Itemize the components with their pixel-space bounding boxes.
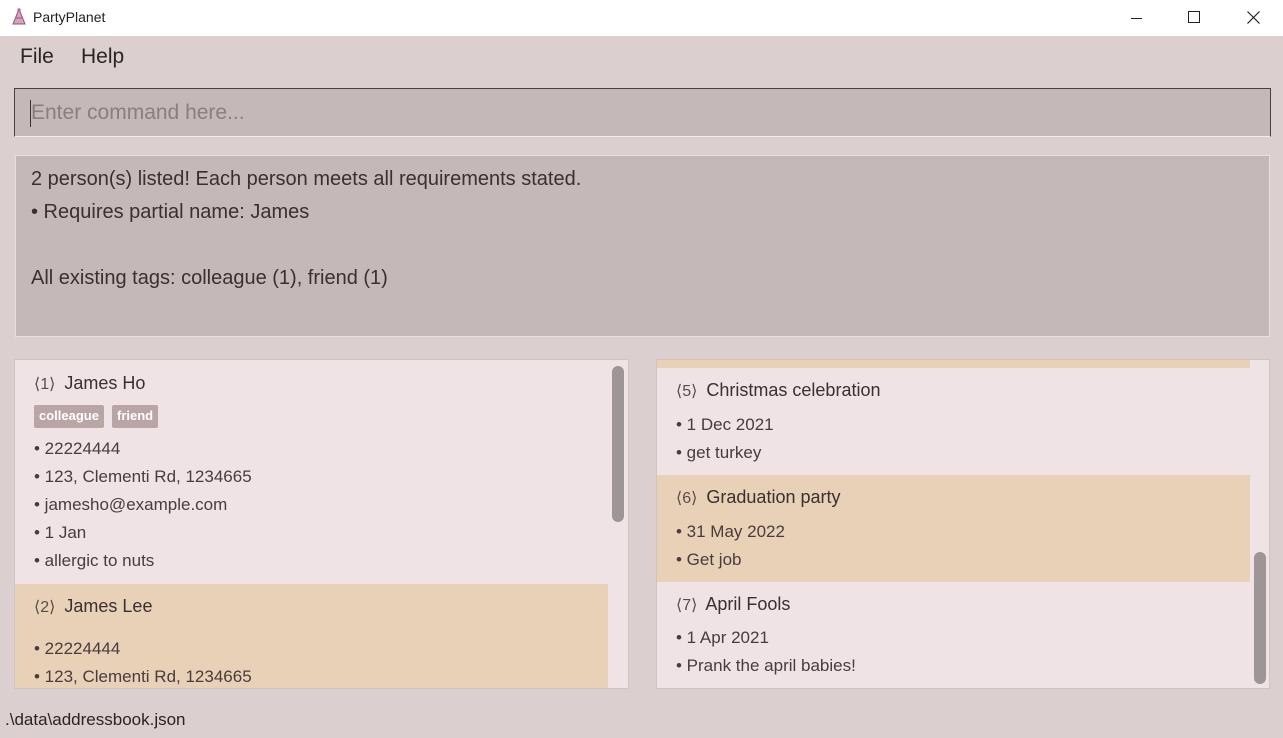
event-list[interactable]: ⟨5⟩ Christmas celebration • 1 Dec 2021 •… <box>656 359 1270 689</box>
person-address: • 123, Clementi Rd, 1234665 <box>34 467 252 486</box>
event-card[interactable]: ⟨6⟩ Graduation party • 31 May 2022 • Get… <box>657 475 1250 582</box>
result-blank-line <box>31 231 1254 264</box>
close-icon <box>1246 9 1260 28</box>
event-title: ⟨5⟩ Christmas celebration <box>676 380 880 401</box>
person-index: ⟨2⟩ <box>34 599 56 616</box>
event-date: • 1 Dec 2021 <box>676 415 774 434</box>
person-card[interactable]: ⟨1⟩ James Ho colleague friend • 22224444… <box>15 360 608 584</box>
person-remark: • allergic to nuts <box>34 551 155 570</box>
maximize-button[interactable] <box>1171 0 1217 36</box>
command-box <box>14 88 1271 137</box>
event-detail: • Get job <box>676 550 742 569</box>
tag-badge: colleague <box>34 405 104 428</box>
person-phone: • 22224444 <box>34 439 121 458</box>
event-title: ⟨6⟩ Graduation party <box>676 487 840 508</box>
party-hat-icon <box>11 7 27 26</box>
tag-badge: friend <box>112 405 159 428</box>
event-list-scrollbar[interactable] <box>1254 552 1266 684</box>
event-card[interactable]: ⟨5⟩ Christmas celebration • 1 Dec 2021 •… <box>657 368 1250 475</box>
event-index: ⟨6⟩ <box>676 490 698 507</box>
event-index: ⟨7⟩ <box>676 597 698 614</box>
person-card[interactable]: ⟨2⟩ James Lee • 22224444 • 123, Clementi… <box>15 584 608 688</box>
result-line: 2 person(s) listed! Each person meets al… <box>31 168 582 190</box>
minimize-button[interactable] <box>1114 0 1160 36</box>
event-date: • 1 Apr 2021 <box>676 628 769 647</box>
person-index: ⟨1⟩ <box>34 376 56 393</box>
person-birthday: • 1 Jan <box>34 523 87 542</box>
status-bar-path: .\data\addressbook.json <box>5 710 186 729</box>
person-list-scrollbar[interactable] <box>612 366 624 522</box>
event-title: ⟨7⟩ April Fools <box>676 594 790 615</box>
person-address: • 123, Clementi Rd, 1234665 <box>34 667 252 686</box>
person-title: ⟨2⟩ James Lee <box>34 596 152 617</box>
event-detail: • Prank the april babies! <box>676 656 856 675</box>
menu-bar: File Help <box>0 36 1283 80</box>
command-input[interactable] <box>31 96 1251 130</box>
result-display: 2 person(s) listed! Each person meets al… <box>15 155 1270 337</box>
event-name: April Fools <box>705 594 791 614</box>
event-card-partial <box>657 360 1250 368</box>
close-button[interactable] <box>1230 0 1276 36</box>
result-line: All existing tags: colleague (1), friend… <box>31 267 388 289</box>
person-list[interactable]: ⟨1⟩ James Ho colleague friend • 22224444… <box>14 359 629 689</box>
person-title: ⟨1⟩ James Ho <box>34 373 145 394</box>
person-name: James Lee <box>64 596 153 616</box>
person-email: • jamesho@example.com <box>34 495 228 514</box>
person-name: James Ho <box>64 373 146 393</box>
menu-help[interactable]: Help <box>81 45 124 69</box>
maximize-icon <box>1187 9 1201 28</box>
menu-file[interactable]: File <box>20 45 54 69</box>
minimize-icon <box>1131 9 1143 28</box>
event-name: Christmas celebration <box>706 380 881 400</box>
title-bar: PartyPlanet <box>0 0 1283 36</box>
window-title: PartyPlanet <box>33 9 106 25</box>
event-name: Graduation party <box>706 487 841 507</box>
event-date: • 31 May 2022 <box>676 522 785 541</box>
result-line: • Requires partial name: James <box>31 201 310 223</box>
event-detail: • get turkey <box>676 443 762 462</box>
person-phone: • 22224444 <box>34 639 121 658</box>
event-card[interactable]: ⟨7⟩ April Fools • 1 Apr 2021 • Prank the… <box>657 582 1250 688</box>
event-index: ⟨5⟩ <box>676 383 698 400</box>
